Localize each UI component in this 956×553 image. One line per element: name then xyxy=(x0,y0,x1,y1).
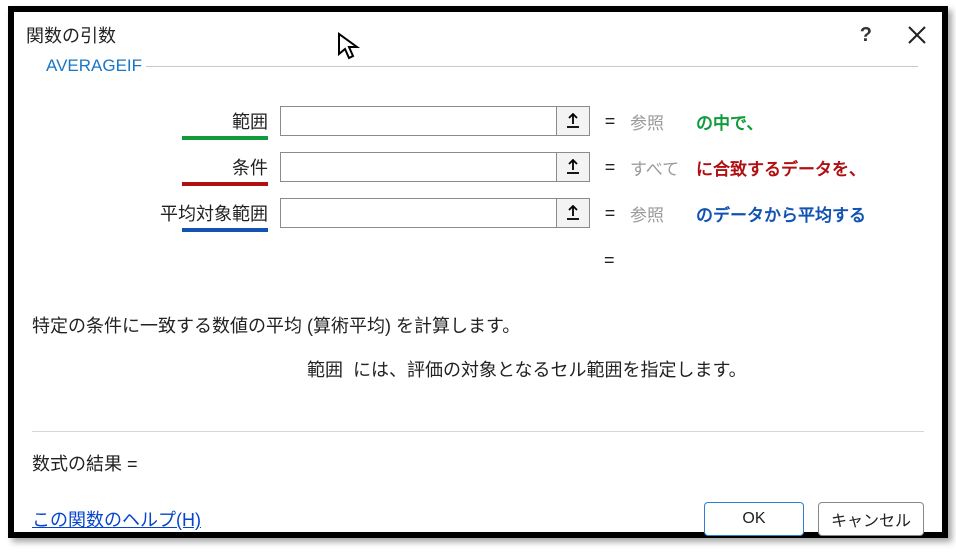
arg-hint: 参照 xyxy=(630,109,686,134)
arg-row-criteria: 条件 = すべて に合致するデータを、 xyxy=(44,144,912,190)
close-button[interactable] xyxy=(906,24,928,46)
collapse-dialog-button[interactable] xyxy=(556,106,590,136)
arg-label-range: 範囲 xyxy=(44,108,280,134)
arg-row-range: 範囲 = 参照 の中で、 xyxy=(44,98,912,144)
criteria-input[interactable] xyxy=(280,152,556,182)
description: 特定の条件に一致する数値の平均 (算術平均) を計算します。 範囲 には、評価の… xyxy=(32,309,924,387)
title-bar: 関数の引数 ? xyxy=(14,12,942,56)
range-input[interactable] xyxy=(280,106,556,136)
annotation-average-range: のデータから平均する xyxy=(696,201,866,226)
description-sub: 範囲 には、評価の対象となるセル範囲を指定します。 xyxy=(32,353,924,387)
function-name: AVERAGEIF xyxy=(42,56,146,76)
dialog-title: 関数の引数 xyxy=(26,22,116,48)
arg-row-average-range: 平均対象範囲 = 参照 のデータから平均する xyxy=(44,190,912,236)
annotation-range: の中で、 xyxy=(696,109,763,134)
collapse-dialog-button[interactable] xyxy=(556,198,590,228)
collapse-dialog-button[interactable] xyxy=(556,152,590,182)
arg-hint: すべて xyxy=(630,155,686,180)
help-icon[interactable]: ? xyxy=(860,24,872,47)
ok-button[interactable]: OK xyxy=(704,502,804,536)
annotation-criteria: に合致するデータを、 xyxy=(696,155,866,180)
formula-result: 数式の結果 = xyxy=(32,450,924,476)
help-link[interactable]: この関数のヘルプ(H) xyxy=(32,506,201,532)
arguments-group: AVERAGEIF 範囲 = 参照 の中で、 xyxy=(32,58,924,295)
average-range-input[interactable] xyxy=(280,198,556,228)
arg-label-average-range: 平均対象範囲 xyxy=(44,200,280,226)
cancel-button[interactable]: キャンセル xyxy=(818,502,924,536)
function-arguments-dialog: 関数の引数 ? AVERAGEIF 範囲 xyxy=(8,6,948,538)
description-main: 特定の条件に一致する数値の平均 (算術平均) を計算します。 xyxy=(32,309,924,343)
equals-sign: = xyxy=(590,203,630,224)
separator xyxy=(32,431,924,432)
arg-label-criteria: 条件 xyxy=(44,154,280,180)
equals-sign: = xyxy=(590,157,630,178)
arg-hint: 参照 xyxy=(630,201,686,226)
intermediate-result: = xyxy=(604,250,912,271)
equals-sign: = xyxy=(590,111,630,132)
